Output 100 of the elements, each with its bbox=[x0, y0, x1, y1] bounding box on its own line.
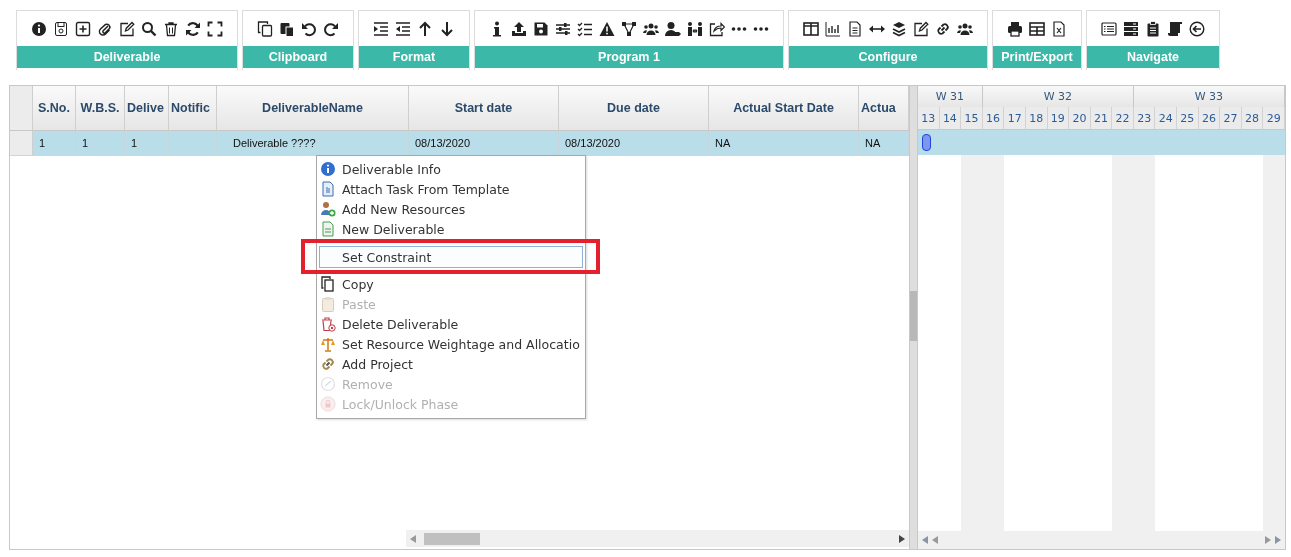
info-icon[interactable] bbox=[31, 20, 47, 37]
day-header: 18 bbox=[1025, 107, 1048, 129]
column-header[interactable]: W.B.S. bbox=[76, 86, 125, 130]
column-header[interactable]: DeliverableName bbox=[217, 86, 409, 130]
day-header: 25 bbox=[1177, 107, 1199, 129]
people-arrows-icon[interactable] bbox=[687, 20, 703, 37]
paste-icon[interactable] bbox=[279, 20, 295, 37]
save-icon[interactable] bbox=[533, 20, 549, 37]
day-header: 16 bbox=[982, 107, 1005, 129]
day-header: 19 bbox=[1047, 107, 1070, 129]
column-header[interactable]: Delive bbox=[125, 86, 169, 130]
document-icon[interactable] bbox=[847, 20, 863, 37]
column-header[interactable]: Due date bbox=[559, 86, 709, 130]
refresh-icon[interactable] bbox=[185, 20, 201, 37]
table-cell: 08/13/2020 bbox=[415, 137, 471, 149]
add-icon[interactable] bbox=[75, 20, 91, 37]
bar-chart-icon[interactable] bbox=[825, 20, 841, 37]
search-icon[interactable] bbox=[141, 20, 157, 37]
day-header: 15 bbox=[961, 107, 983, 129]
day-header: 22 bbox=[1112, 107, 1134, 129]
document-icon bbox=[320, 181, 336, 197]
menu-item[interactable]: Delete Deliverable bbox=[319, 314, 583, 334]
add-user-icon bbox=[320, 201, 336, 217]
upload-icon[interactable] bbox=[511, 20, 527, 37]
day-header: 13 bbox=[918, 107, 940, 129]
table-icon[interactable] bbox=[1029, 20, 1045, 37]
edit-icon[interactable] bbox=[119, 20, 135, 37]
table-cell: 1 bbox=[131, 137, 138, 149]
group-label: Program 1 bbox=[475, 46, 783, 68]
horizontal-scrollbar[interactable] bbox=[406, 530, 909, 547]
remove-icon bbox=[320, 376, 336, 392]
indent-icon[interactable] bbox=[373, 20, 389, 37]
clipboard-icon[interactable] bbox=[1145, 20, 1161, 37]
menu-item[interactable]: Set Constraint bbox=[319, 246, 583, 268]
save-icon[interactable] bbox=[53, 20, 69, 37]
table-cell: 1 bbox=[39, 137, 46, 149]
group-label: Navigate bbox=[1087, 46, 1219, 68]
day-header: 21 bbox=[1090, 107, 1113, 129]
menu-item[interactable]: Set Resource Weightage and Allocatio bbox=[319, 334, 583, 354]
table-row[interactable]: 1 1 1 Deliverable ???? 08/13/2020 08/13/2020 NA NA bbox=[10, 131, 909, 156]
undo-icon[interactable] bbox=[301, 20, 317, 37]
layers-icon[interactable] bbox=[891, 20, 907, 37]
day-header: 29 bbox=[1263, 107, 1285, 129]
menu-item[interactable]: New Deliverable bbox=[319, 219, 583, 239]
group-label: Configure bbox=[789, 46, 987, 68]
checklist-icon[interactable] bbox=[577, 20, 593, 37]
horizontal-scrollbar[interactable] bbox=[918, 531, 1285, 549]
table-cell: NA bbox=[715, 137, 731, 149]
scrollbar-thumb[interactable] bbox=[910, 291, 917, 341]
menu-item[interactable]: Add Project bbox=[319, 354, 583, 374]
back-icon[interactable] bbox=[1189, 20, 1205, 37]
lock-icon bbox=[320, 396, 336, 412]
scroll-right-icon[interactable] bbox=[899, 534, 905, 543]
group-label: Clipboard bbox=[243, 46, 353, 68]
warning-icon[interactable] bbox=[599, 20, 615, 37]
clipboard-icon bbox=[320, 296, 336, 312]
day-header: 26 bbox=[1198, 107, 1221, 129]
day-header: 20 bbox=[1069, 107, 1091, 129]
group-label: Deliverable bbox=[17, 46, 237, 68]
arrow-up-icon[interactable] bbox=[417, 20, 433, 37]
sliders-icon[interactable] bbox=[555, 20, 571, 37]
copy-icon[interactable] bbox=[257, 20, 273, 37]
menu-item[interactable]: Attach Task From Template bbox=[319, 179, 583, 199]
edit-icon[interactable] bbox=[913, 20, 929, 37]
day-header: 17 bbox=[1004, 107, 1026, 129]
print-icon[interactable] bbox=[1007, 20, 1023, 37]
group-label: Print/Export bbox=[993, 46, 1081, 68]
day-header: 27 bbox=[1220, 107, 1242, 129]
table-cell: NA bbox=[865, 137, 881, 149]
arrow-down-icon[interactable] bbox=[439, 20, 455, 37]
list-icon[interactable] bbox=[1101, 20, 1117, 37]
table-cell: 08/13/2020 bbox=[565, 137, 621, 149]
share-icon[interactable] bbox=[709, 20, 725, 37]
scrollbar-thumb[interactable] bbox=[424, 532, 480, 545]
delete-icon bbox=[320, 316, 336, 332]
day-header: 24 bbox=[1155, 107, 1178, 129]
trash-icon[interactable] bbox=[163, 20, 179, 37]
column-header[interactable]: S.No. bbox=[33, 86, 76, 130]
column-header[interactable]: Start date bbox=[409, 86, 559, 130]
server-icon[interactable] bbox=[1123, 20, 1139, 37]
day-header: 28 bbox=[1241, 107, 1264, 129]
user-tag-icon[interactable] bbox=[665, 20, 681, 37]
column-header[interactable]: Actual Start Date bbox=[709, 86, 859, 130]
expand-icon[interactable] bbox=[207, 20, 223, 37]
link-icon[interactable] bbox=[935, 20, 951, 37]
column-header[interactable]: Notific bbox=[169, 86, 217, 130]
menu-item[interactable]: Add New Resources bbox=[319, 199, 583, 219]
group-label: Format bbox=[359, 46, 469, 68]
redo-icon[interactable] bbox=[323, 20, 339, 37]
columns-icon[interactable] bbox=[803, 20, 819, 37]
outdent-icon[interactable] bbox=[395, 20, 411, 37]
info-icon bbox=[320, 161, 336, 177]
menu-item[interactable]: Deliverable Info bbox=[319, 159, 583, 179]
menu-item[interactable]: Copy bbox=[319, 274, 583, 294]
copy-icon bbox=[320, 276, 336, 292]
network-icon[interactable] bbox=[621, 20, 637, 37]
spreadsheet-file-icon[interactable] bbox=[1051, 20, 1067, 37]
task-bar[interactable] bbox=[922, 134, 931, 151]
paperclip-icon[interactable] bbox=[97, 20, 113, 37]
document-icon bbox=[320, 221, 336, 237]
